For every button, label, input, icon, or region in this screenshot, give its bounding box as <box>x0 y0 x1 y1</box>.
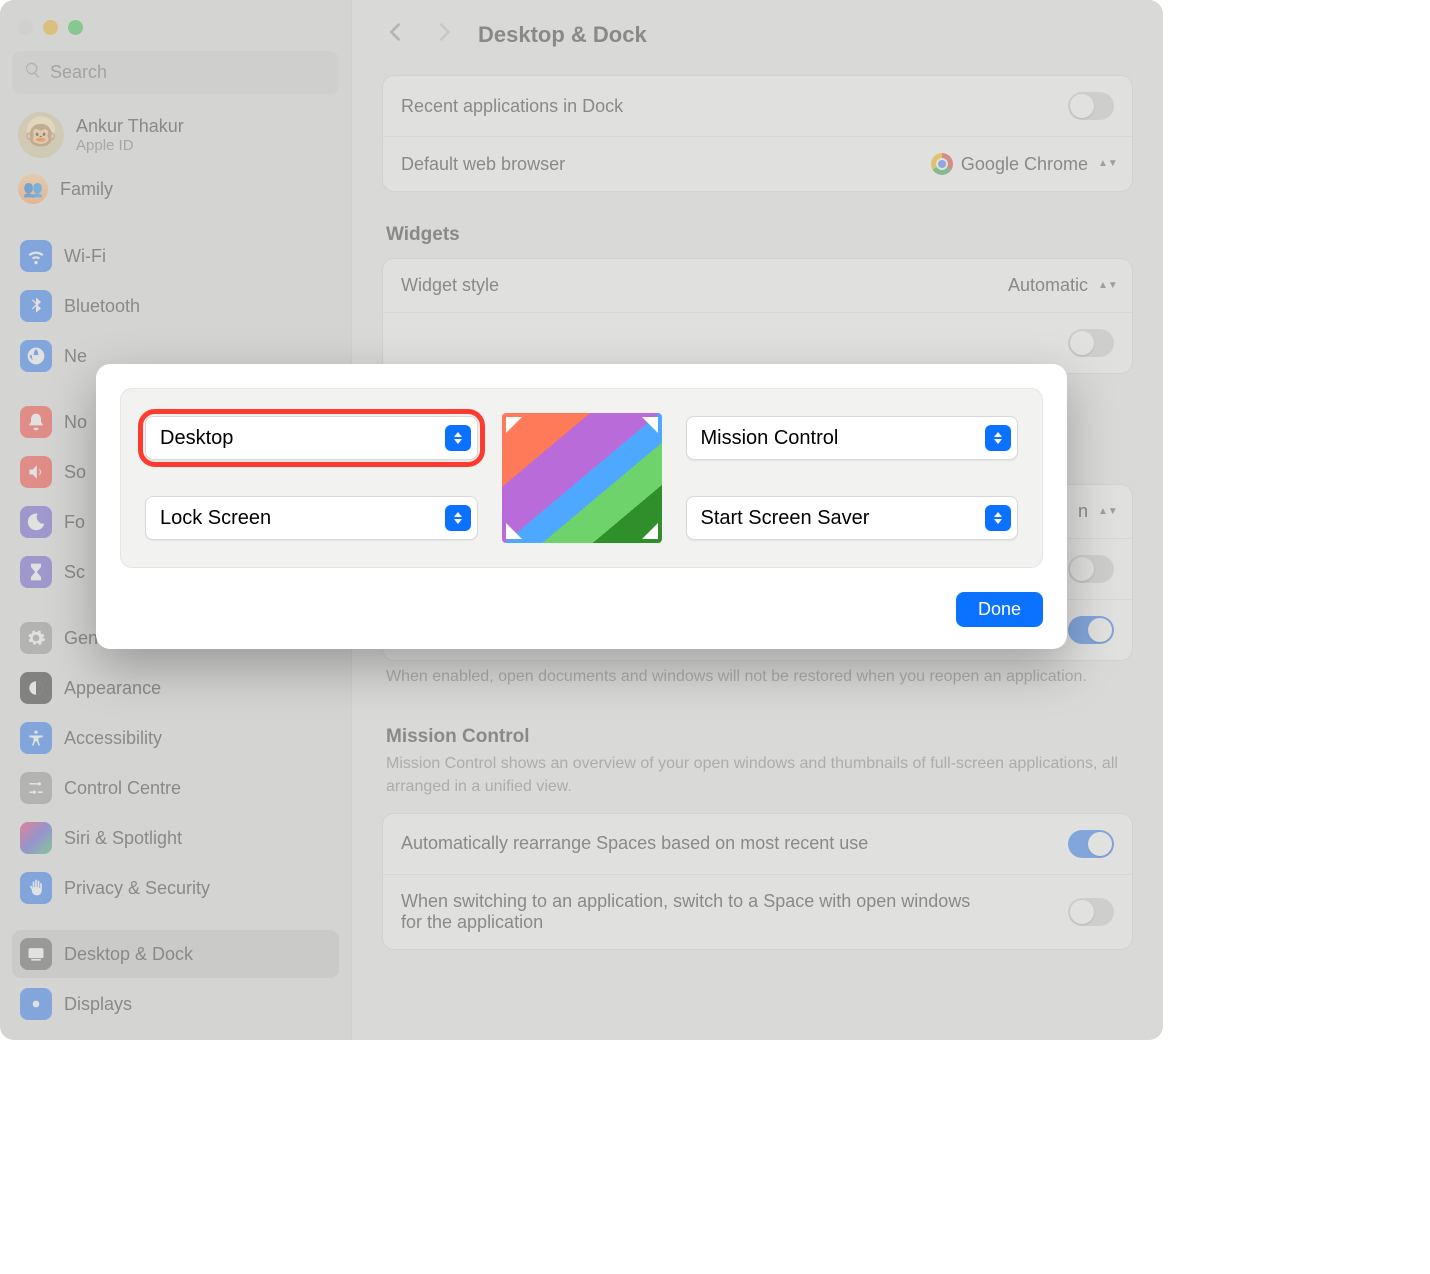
select-value: Desktop <box>160 427 233 450</box>
hot-corners-preview <box>502 413 662 543</box>
chevron-up-down-icon <box>445 505 471 531</box>
chevron-up-down-icon <box>985 505 1011 531</box>
corner-indicator-icon <box>506 417 522 433</box>
hot-corners-panel: Desktop Mission Control Lock Screen <box>120 388 1043 568</box>
corner-indicator-icon <box>642 523 658 539</box>
select-value: Start Screen Saver <box>701 507 870 530</box>
hot-corner-top-right-select[interactable]: Mission Control <box>686 416 1019 460</box>
chevron-up-down-icon <box>985 425 1011 451</box>
hot-corner-top-left-select[interactable]: Desktop <box>145 416 478 460</box>
select-value: Mission Control <box>701 427 839 450</box>
system-settings-window: 🐵 Ankur Thakur Apple ID 👥 Family Wi-Fi B… <box>0 0 1163 1040</box>
hot-corners-modal: Desktop Mission Control Lock Screen <box>96 364 1067 649</box>
hot-corner-bottom-left-select[interactable]: Lock Screen <box>145 496 478 540</box>
done-button[interactable]: Done <box>956 592 1043 627</box>
chevron-up-down-icon <box>445 425 471 451</box>
corner-indicator-icon <box>642 417 658 433</box>
select-value: Lock Screen <box>160 507 271 530</box>
corner-indicator-icon <box>506 523 522 539</box>
hot-corner-bottom-right-select[interactable]: Start Screen Saver <box>686 496 1019 540</box>
